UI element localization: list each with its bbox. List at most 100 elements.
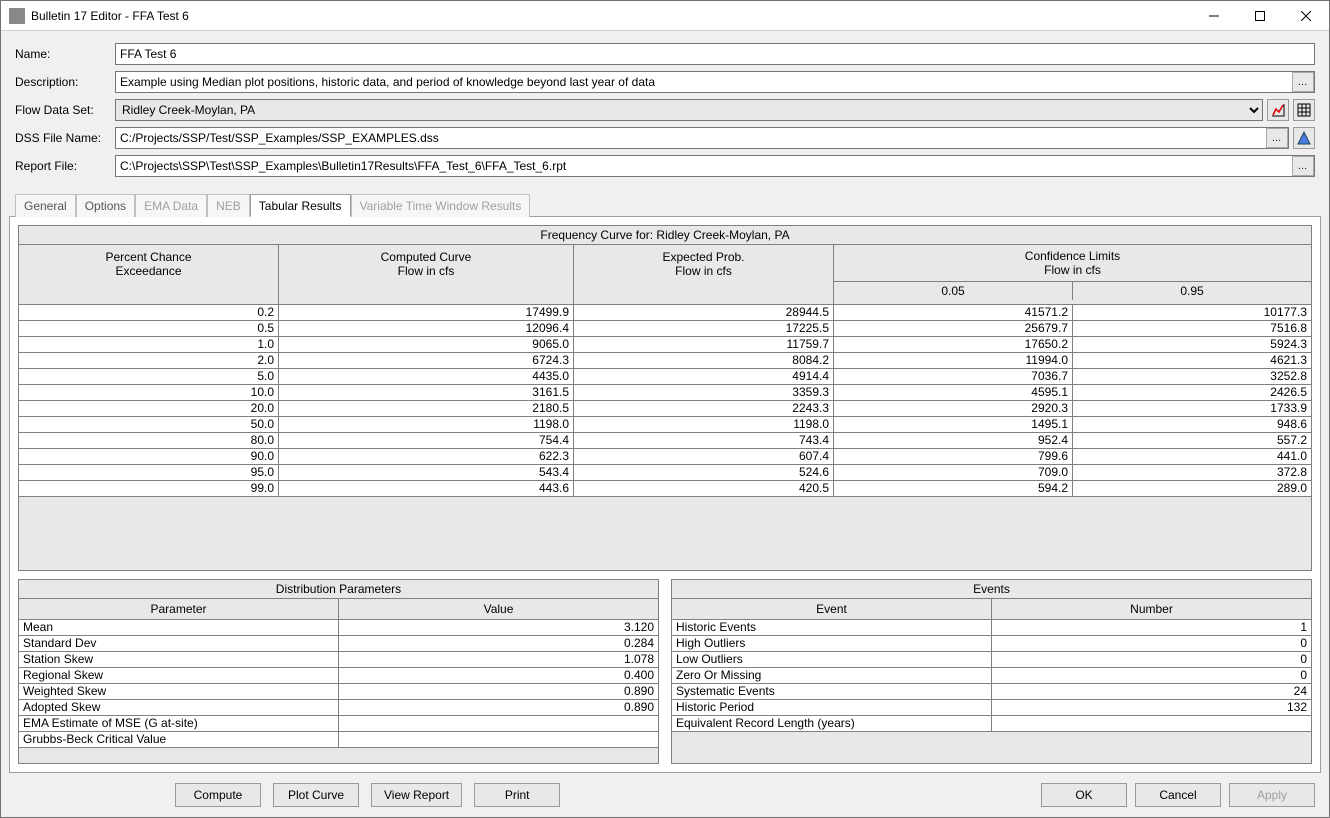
tab-tabular-results[interactable]: Tabular Results (250, 194, 351, 217)
events-body: Historic Events1High Outliers0Low Outlie… (672, 620, 1311, 763)
flow-data-set-select[interactable]: Ridley Creek-Moylan, PA (115, 99, 1263, 121)
header-conf-005: 0.05 (834, 282, 1073, 300)
frequency-curve-panel: Frequency Curve for: Ridley Creek-Moylan… (18, 225, 1312, 571)
form-area: Name: Description: … Flow Data Set: Ridl… (1, 31, 1329, 189)
frequency-row[interactable]: 2.06724.38084.211994.04621.3 (19, 353, 1311, 369)
dss-browse-button[interactable]: … (1266, 128, 1288, 148)
report-file-input[interactable] (115, 155, 1315, 177)
close-button[interactable] (1283, 1, 1329, 31)
events-header-event: Event (672, 599, 992, 619)
description-browse-button[interactable]: … (1292, 72, 1314, 92)
tab-options[interactable]: Options (76, 194, 135, 217)
view-report-button[interactable]: View Report (371, 783, 462, 807)
frequency-cell: 441.0 (1073, 449, 1311, 464)
frequency-cell: 524.6 (574, 465, 834, 480)
frequency-cell: 2920.3 (834, 401, 1073, 416)
frequency-cell: 20.0 (19, 401, 279, 416)
header-conf-095: 0.95 (1073, 282, 1311, 300)
events-row[interactable]: Equivalent Record Length (years) (672, 716, 1311, 732)
report-browse-button[interactable]: … (1292, 156, 1314, 176)
dist-value: 0.400 (339, 668, 658, 683)
plot-curve-button[interactable]: Plot Curve (273, 783, 359, 807)
dss-plot-icon[interactable] (1293, 127, 1315, 149)
titlebar: Bulletin 17 Editor - FFA Test 6 (1, 1, 1329, 31)
frequency-row[interactable]: 99.0443.6420.5594.2289.0 (19, 481, 1311, 497)
cancel-button[interactable]: Cancel (1135, 783, 1221, 807)
frequency-cell: 2180.5 (279, 401, 574, 416)
report-file-label: Report File: (15, 159, 115, 173)
table-flow-icon[interactable] (1293, 99, 1315, 121)
events-value: 0 (992, 652, 1311, 667)
frequency-row[interactable]: 1.09065.011759.717650.25924.3 (19, 337, 1311, 353)
frequency-cell: 41571.2 (834, 305, 1073, 320)
tab-neb: NEB (207, 194, 250, 217)
dist-key: Weighted Skew (19, 684, 339, 699)
events-row[interactable]: Systematic Events24 (672, 684, 1311, 700)
frequency-cell: 4914.4 (574, 369, 834, 384)
dist-row[interactable]: Grubbs-Beck Critical Value (19, 732, 658, 748)
frequency-cell: 952.4 (834, 433, 1073, 448)
tab-strip: General Options EMA Data NEB Tabular Res… (1, 193, 1329, 216)
events-value (992, 716, 1311, 731)
frequency-cell: 11994.0 (834, 353, 1073, 368)
frequency-row[interactable]: 95.0543.4524.6709.0372.8 (19, 465, 1311, 481)
frequency-row[interactable]: 5.04435.04914.47036.73252.8 (19, 369, 1311, 385)
distribution-title: Distribution Parameters (19, 580, 658, 599)
print-button[interactable]: Print (474, 783, 560, 807)
frequency-row[interactable]: 20.02180.52243.32920.31733.9 (19, 401, 1311, 417)
frequency-row[interactable]: 10.03161.53359.34595.12426.5 (19, 385, 1311, 401)
maximize-button[interactable] (1237, 1, 1283, 31)
frequency-row[interactable]: 0.512096.417225.525679.77516.8 (19, 321, 1311, 337)
header-expected-prob: Expected Prob. (662, 250, 744, 264)
dist-row[interactable]: Mean3.120 (19, 620, 658, 636)
tabular-results-panel: Frequency Curve for: Ridley Creek-Moylan… (9, 216, 1321, 773)
flow-data-set-label: Flow Data Set: (15, 103, 115, 117)
events-row[interactable]: Low Outliers0 (672, 652, 1311, 668)
events-key: Equivalent Record Length (years) (672, 716, 992, 731)
distribution-body: Mean3.120Standard Dev0.284Station Skew1.… (19, 620, 658, 763)
distribution-parameters-panel: Distribution Parameters Parameter Value … (18, 579, 659, 764)
dist-value: 1.078 (339, 652, 658, 667)
window: Bulletin 17 Editor - FFA Test 6 Name: De… (0, 0, 1330, 818)
frequency-cell: 420.5 (574, 481, 834, 496)
events-row[interactable]: Zero Or Missing0 (672, 668, 1311, 684)
frequency-cell: 2.0 (19, 353, 279, 368)
events-key: High Outliers (672, 636, 992, 651)
dss-file-input[interactable] (115, 127, 1289, 149)
frequency-cell: 12096.4 (279, 321, 574, 336)
frequency-row[interactable]: 50.01198.01198.01495.1948.6 (19, 417, 1311, 433)
dist-row[interactable]: Adopted Skew0.890 (19, 700, 658, 716)
frequency-cell: 7516.8 (1073, 321, 1311, 336)
ok-button[interactable]: OK (1041, 783, 1127, 807)
events-header-number: Number (992, 599, 1311, 619)
frequency-cell: 948.6 (1073, 417, 1311, 432)
minimize-button[interactable] (1191, 1, 1237, 31)
frequency-row[interactable]: 80.0754.4743.4952.4557.2 (19, 433, 1311, 449)
frequency-cell: 754.4 (279, 433, 574, 448)
frequency-cell: 5.0 (19, 369, 279, 384)
frequency-row[interactable]: 90.0622.3607.4799.6441.0 (19, 449, 1311, 465)
frequency-row[interactable]: 0.217499.928944.541571.210177.3 (19, 305, 1311, 321)
dist-key: Adopted Skew (19, 700, 339, 715)
events-key: Historic Period (672, 700, 992, 715)
frequency-cell: 6724.3 (279, 353, 574, 368)
plot-flow-icon[interactable] (1267, 99, 1289, 121)
dss-file-label: DSS File Name: (15, 131, 115, 145)
dist-row[interactable]: Standard Dev0.284 (19, 636, 658, 652)
frequency-cell: 3359.3 (574, 385, 834, 400)
description-input[interactable] (115, 71, 1315, 93)
apply-button[interactable]: Apply (1229, 783, 1315, 807)
lower-panels: Distribution Parameters Parameter Value … (18, 579, 1312, 764)
dist-row[interactable]: EMA Estimate of MSE (G at-site) (19, 716, 658, 732)
tab-general[interactable]: General (15, 194, 76, 217)
name-input[interactable] (115, 43, 1315, 65)
header-computed-flow: Flow in cfs (398, 264, 455, 278)
events-row[interactable]: Historic Period132 (672, 700, 1311, 716)
compute-button[interactable]: Compute (175, 783, 261, 807)
dist-row[interactable]: Regional Skew0.400 (19, 668, 658, 684)
dist-row[interactable]: Station Skew1.078 (19, 652, 658, 668)
dist-row[interactable]: Weighted Skew0.890 (19, 684, 658, 700)
events-row[interactable]: High Outliers0 (672, 636, 1311, 652)
events-row[interactable]: Historic Events1 (672, 620, 1311, 636)
name-label: Name: (15, 47, 115, 61)
